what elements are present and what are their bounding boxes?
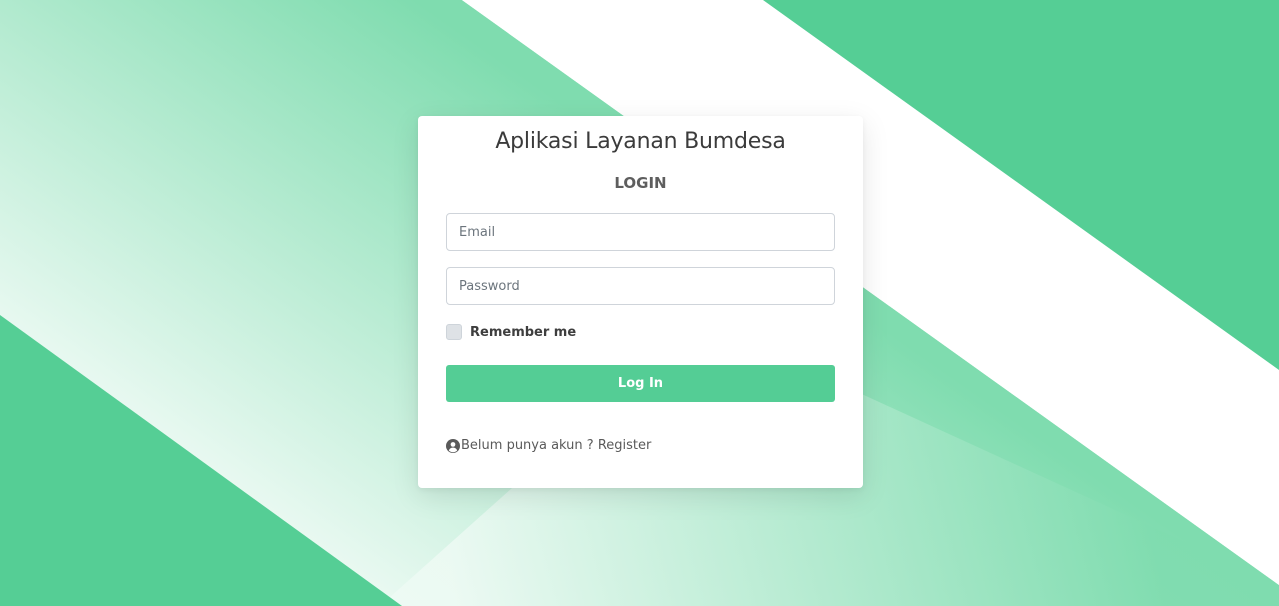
- login-page: Aplikasi Layanan Bumdesa LOGIN Remember …: [0, 0, 1279, 606]
- login-button[interactable]: Log In: [446, 365, 835, 402]
- register-link[interactable]: Belum punya akun ? Register: [446, 438, 651, 453]
- password-field[interactable]: [446, 267, 835, 305]
- login-card: Aplikasi Layanan Bumdesa LOGIN Remember …: [418, 116, 863, 488]
- user-circle-icon: [446, 438, 460, 453]
- remember-me-checkbox[interactable]: [446, 324, 462, 340]
- login-heading: LOGIN: [614, 174, 667, 192]
- email-field[interactable]: [446, 213, 835, 251]
- remember-me-label[interactable]: Remember me: [470, 325, 576, 340]
- register-link-label[interactable]: Belum punya akun ? Register: [461, 438, 651, 453]
- remember-me-row[interactable]: Remember me: [446, 323, 576, 341]
- app-title: Aplikasi Layanan Bumdesa: [495, 129, 786, 154]
